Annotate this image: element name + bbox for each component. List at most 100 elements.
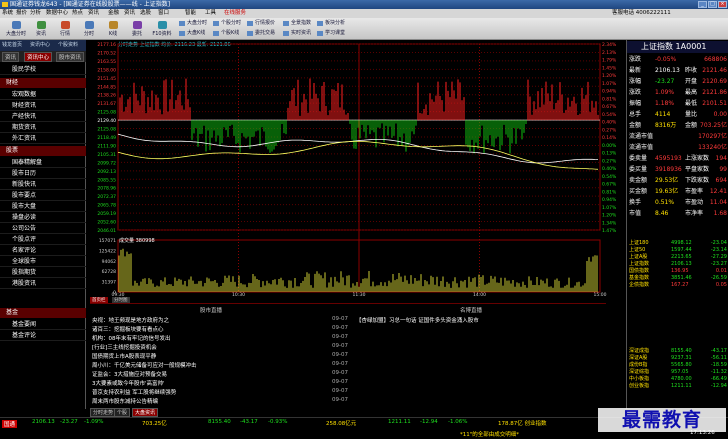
menu-news[interactable]: 资讯 bbox=[88, 9, 99, 18]
news-item[interactable]: 周末两市股东减持公告精编 bbox=[92, 397, 158, 405]
left-profile-link[interactable]: 个股资料 bbox=[58, 40, 78, 51]
news-item[interactable]: 3大要素或致今年股市'高富帅' bbox=[92, 379, 165, 387]
menu-finance[interactable]: 金融 bbox=[108, 9, 119, 18]
blog-item[interactable]: 【杏绿加盟】习总一句话 证国件多头资金涌入股市 bbox=[356, 316, 479, 324]
left-home-link[interactable]: 钱龙首页 bbox=[2, 40, 22, 51]
ticker-sz-pct: -0.93% bbox=[268, 419, 288, 425]
index-row[interactable]: 企债指数 167.27 0.05 bbox=[627, 282, 728, 289]
news-item[interactable]: 机构：08年末有牢记的信号发出 bbox=[92, 334, 171, 342]
nav-item-analysis[interactable]: 国泰精解盘 bbox=[0, 157, 86, 168]
nav-item-fund-news[interactable]: 基金要闻 bbox=[0, 319, 86, 330]
volume-tick-label: 31397 bbox=[102, 280, 116, 286]
toolbar-trade-button[interactable]: 委托 bbox=[126, 20, 148, 38]
nav-item-hk[interactable]: 港股资讯 bbox=[0, 278, 86, 289]
menu-tools[interactable]: 工具 bbox=[205, 9, 216, 18]
news-item[interactable]: 周小川：千亿美元储备可应对一般规模冲击 bbox=[92, 361, 197, 369]
status-tab-market-news[interactable]: 大盘资讯 bbox=[132, 408, 159, 417]
quote-row: 总手 4114 量比 0.00 bbox=[627, 110, 728, 120]
toolbar-index-minute[interactable]: 大盘分时 bbox=[178, 19, 207, 28]
menu-data-center[interactable]: 数据中心 bbox=[46, 9, 68, 18]
news-item[interactable]: 诸百三：挖掘板块要有看点心 bbox=[92, 325, 164, 333]
toolbar-live-news[interactable]: 实时资讯 bbox=[282, 29, 311, 38]
menu-smart[interactable]: 智能 bbox=[185, 9, 196, 18]
toolbar-market-button[interactable]: 大盘分时 bbox=[4, 20, 28, 38]
nav-item-school[interactable]: 股民学校 bbox=[0, 64, 86, 75]
toolbar-minute-button[interactable]: 分时 bbox=[78, 20, 100, 38]
menu-online-service[interactable]: 在线服务 bbox=[224, 9, 246, 18]
index-row[interactable]: 创业板指 1211.11 -12.94 bbox=[627, 383, 728, 390]
quote-row: 买金额 19.63亿 市盈率 12.41 bbox=[627, 187, 728, 197]
menu-quote[interactable]: 报价 bbox=[16, 9, 27, 18]
nav-item-global[interactable]: 全球股市 bbox=[0, 256, 86, 267]
left-topbar: 钱龙首页 资讯中心 个股资料 bbox=[0, 40, 86, 51]
news-item[interactable]: 证监会：3大措施应对预备交易 bbox=[92, 370, 167, 378]
toolbar-sector[interactable]: 板块分析 bbox=[316, 19, 345, 28]
toolbar-classroom[interactable]: 学习课堂 bbox=[316, 29, 345, 38]
index-row[interactable]: 中小板指 4780.00 -66.49 bbox=[627, 376, 728, 383]
nav-item-industry[interactable]: 产经快讯 bbox=[0, 111, 86, 122]
index-row[interactable]: 深证综指 957.05 -11.32 bbox=[627, 369, 728, 376]
news-item[interactable]: [行业]三主线挖掘投资机会 bbox=[92, 343, 157, 351]
index-row[interactable]: 上证指数 2106.13 -23.27 bbox=[627, 261, 728, 268]
index-change: -56.11 bbox=[710, 355, 727, 361]
toolbar-all-index[interactable]: 全景指数 bbox=[282, 19, 311, 28]
quote-row: 涨跌 1.09% 最高 2121.86 bbox=[627, 88, 728, 98]
maximize-button[interactable]: □ bbox=[708, 1, 717, 8]
index-row[interactable]: 深证A股 9237.31 -56.11 bbox=[627, 355, 728, 362]
minimize-button[interactable]: _ bbox=[698, 1, 707, 8]
news-date: 09-07 bbox=[332, 370, 348, 376]
toolbar-stock-minute[interactable]: 个股分时 bbox=[212, 19, 241, 28]
toolbar-stock-kline[interactable]: 个股K线 bbox=[212, 29, 239, 38]
index-row[interactable]: 成份B指 5565.80 -18.59 bbox=[627, 362, 728, 369]
menu-window[interactable]: 窗口 bbox=[158, 9, 169, 18]
nav-item-calendar[interactable]: 股市日历 bbox=[0, 168, 86, 179]
tab-market-news[interactable]: 股市资讯 bbox=[56, 52, 85, 62]
nav-item-fund-review[interactable]: 基金评论 bbox=[0, 330, 86, 341]
nav-item-finance-news[interactable]: 财经资讯 bbox=[0, 100, 86, 111]
menu-hot[interactable]: 热点 bbox=[72, 9, 83, 18]
tab-news-center[interactable]: 资讯中心 bbox=[24, 52, 53, 62]
status-tab-minute[interactable]: 分时走势 bbox=[90, 408, 117, 417]
close-button[interactable]: × bbox=[718, 1, 727, 8]
nav-item-futures[interactable]: 期货资讯 bbox=[0, 122, 86, 133]
nav-item-stock-review[interactable]: 个股点评 bbox=[0, 234, 86, 245]
index-row[interactable]: 上证50 1597.44 -23.14 bbox=[627, 247, 728, 254]
quote-label-2: 下跌家数 bbox=[685, 177, 710, 184]
toolbar-f10-button[interactable]: F10资料 bbox=[150, 20, 174, 38]
menu-analysis[interactable]: 分析 bbox=[30, 9, 41, 18]
intraday-chart[interactable]: 分时走势 上证指数 均价: 2116.23 最新: 2121.86 2177.1… bbox=[90, 40, 626, 296]
nav-item-announcements[interactable]: 公司公告 bbox=[0, 223, 86, 234]
news-item[interactable]: 国债期货上市A股表现平静 bbox=[92, 352, 156, 360]
nav-item-key-points[interactable]: 股市要点 bbox=[0, 190, 86, 201]
nav-item-forex[interactable]: 外汇资讯 bbox=[0, 133, 86, 144]
news-item[interactable]: 普京支持农利益 军工股将继续强势 bbox=[92, 388, 176, 396]
menu-system[interactable]: 系统 bbox=[2, 9, 13, 18]
toolbar-quote-button[interactable]: 行情 bbox=[54, 20, 76, 38]
toolbar-news-button[interactable]: 资讯 bbox=[30, 20, 52, 38]
index-row[interactable]: 上证180 4998.12 -23.04 bbox=[627, 240, 728, 247]
menu-stock-pick[interactable]: 选股 bbox=[140, 9, 151, 18]
index-row[interactable]: 上证A股 2213.65 -27.29 bbox=[627, 254, 728, 261]
nav-item-expert[interactable]: 名家评论 bbox=[0, 245, 86, 256]
index-row[interactable]: 深证成指 8155.40 -43.17 bbox=[627, 348, 728, 355]
left-tick-label: 2111.90 bbox=[97, 143, 116, 149]
toolbar-kline-button[interactable]: K线 bbox=[102, 20, 124, 38]
nav-item-macro[interactable]: 宏观数据 bbox=[0, 89, 86, 100]
nav-item-ipo[interactable]: 新股快讯 bbox=[0, 179, 86, 190]
nav-item-index-futures[interactable]: 股指期货 bbox=[0, 267, 86, 278]
left-news-center-link[interactable]: 资讯中心 bbox=[30, 40, 50, 51]
nav-item-must-read[interactable]: 操盘必读 bbox=[0, 212, 86, 223]
toolbar-quote-list[interactable]: 行情报价 bbox=[246, 19, 275, 28]
menu-news-2[interactable]: 资讯 bbox=[124, 9, 135, 18]
app-icon bbox=[2, 2, 8, 7]
news-item[interactable]: 央视：地王频现是地方政府为之 bbox=[92, 316, 169, 324]
index-row[interactable]: 基金指数 3851.46 -26.59 bbox=[627, 275, 728, 282]
toolbar-index-kline[interactable]: 大盘K线 bbox=[178, 29, 205, 38]
status-tab-stock[interactable]: 个股 bbox=[114, 408, 131, 417]
index-value: 9237.31 bbox=[671, 355, 692, 361]
tab-news[interactable]: 资讯 bbox=[2, 52, 20, 62]
nav-item-market[interactable]: 股市大盘 bbox=[0, 201, 86, 212]
index-row[interactable]: 国债指数 136.95 0.01 bbox=[627, 268, 728, 275]
toolbar-order[interactable]: 委托交易 bbox=[246, 29, 275, 38]
index-name: 企债指数 bbox=[629, 282, 650, 288]
